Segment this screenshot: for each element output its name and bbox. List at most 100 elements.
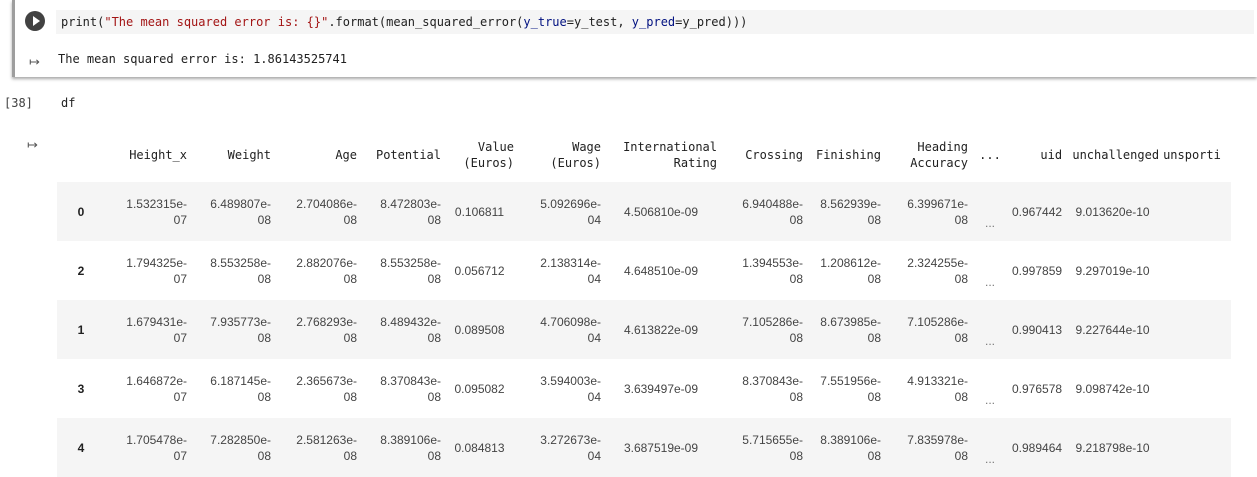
table-header-row: Height_x Weight Age Potential Value (Eur… <box>57 128 1231 182</box>
code-string: "The mean squared error is: {}" <box>104 15 329 29</box>
column-header: Value (Euros) <box>463 140 514 170</box>
table-cell: 8.389106e- 08 <box>805 418 883 477</box>
column-header: Wage (Euros) <box>550 140 601 170</box>
table-row: 0 1.532315e- 07 6.489807e- 08 2.704086e- 08… <box>57 182 1232 241</box>
code-function: mean_squared_error <box>386 15 517 29</box>
code-token: .format( <box>328 15 387 29</box>
code-editor[interactable]: print("The mean squared error is: {}".fo… <box>56 10 1254 34</box>
table-cell <box>1161 418 1232 477</box>
column-header: Finishing <box>815 148 881 162</box>
table-cell <box>1161 182 1232 241</box>
table-cell: 0.967442 <box>1010 182 1065 241</box>
table-cell: 2.581263e- 08 <box>273 418 359 477</box>
table-cell: 2.768293e- 08 <box>273 300 359 359</box>
table-cell: 0.089508 <box>443 300 516 359</box>
code-param: y_true <box>523 15 567 29</box>
table-cell: 5.715655e- 08 <box>719 418 805 477</box>
table-cell: 0.106811 <box>443 182 516 241</box>
column-header: unsporti <box>1163 148 1221 162</box>
table-cell: 4.506810e-09 <box>603 182 719 241</box>
table-cell: 3.639497e-09 <box>623 381 699 396</box>
column-header: Weight <box>227 148 271 162</box>
table-cell: 6.489807e- 08 <box>189 182 273 241</box>
table-cell: 8.370843e- 08 <box>742 373 803 404</box>
table-row: 2 1.794325e- 07 8.553258e- 08 2.882076e- 08… <box>57 241 1231 300</box>
table-cell: 5.092696e- 04 <box>516 182 603 241</box>
table-cell: 8.389106e- 08 <box>359 418 443 477</box>
table-cell: ... <box>984 275 995 289</box>
column-header: ... <box>979 148 1001 162</box>
table-cell: 3.687519e-09 <box>603 418 719 477</box>
table-cell: 8.489432e- 08 <box>359 300 443 359</box>
table-cell: 0.976578 <box>1012 381 1063 396</box>
table-cell <box>1161 300 1232 359</box>
table-cell: 4.613822e-09 <box>603 300 719 359</box>
table-cell: 7.935773e- 08 <box>189 300 273 359</box>
table-cell <box>1161 241 1231 300</box>
code-token: print( <box>61 15 105 29</box>
column-header <box>57 128 105 182</box>
code-editor[interactable]: df <box>61 96 75 110</box>
table-row: 3 1.646872e- 07 6.187145e- 08 2.365673e- 08… <box>57 359 1231 418</box>
table-cell: 7.835978e- 08 <box>883 418 970 477</box>
table-cell: 9.098742e-10 <box>1075 381 1150 396</box>
column-header: Age <box>335 148 357 162</box>
table-cell: 1.532315e- 07 <box>105 182 189 241</box>
table-cell: 3.272673e- 04 <box>516 418 603 477</box>
column-header: Crossing <box>745 148 803 162</box>
table-cell: 0.095082 <box>454 381 505 396</box>
table-cell: 2.138314e- 04 <box>540 255 601 286</box>
column-header: International Rating <box>623 140 717 170</box>
table-cell: 7.105286e- 08 <box>883 300 970 359</box>
code-cell-active[interactable]: print("The mean squared error is: {}".fo… <box>12 0 1257 77</box>
table-cell: 7.282850e- 08 <box>189 418 273 477</box>
table-cell: 1.394553e- 08 <box>742 255 803 286</box>
table-cell: 2.704086e- 08 <box>273 182 359 241</box>
table-cell: 9.013620e-10 <box>1064 182 1162 241</box>
table-cell: 2.365673e- 08 <box>296 373 357 404</box>
row-index: 2 <box>77 263 85 278</box>
row-index: 3 <box>77 381 85 396</box>
column-header: Height_x <box>129 148 187 162</box>
table-cell: 9.227644e-10 <box>1064 300 1162 359</box>
table-cell: 8.553258e- 08 <box>380 255 441 286</box>
cell-focus-bar <box>12 0 15 77</box>
table-cell: 6.187145e- 08 <box>210 373 271 404</box>
table-cell: 1.679431e- 07 <box>105 300 189 359</box>
table-cell: 0.056712 <box>454 263 505 278</box>
table-row: 1 1.679431e- 07 7.935773e- 08 2.768293e- 08… <box>57 300 1232 359</box>
code-token: =y_pred))) <box>675 15 748 29</box>
table-cell <box>1161 359 1231 418</box>
row-index: 4 <box>57 418 105 477</box>
output-arrow-icon[interactable]: ↦ <box>29 54 40 70</box>
run-cell-button[interactable] <box>25 11 45 31</box>
table-cell: ... <box>970 300 1010 359</box>
table-cell: 0.989464 <box>1010 418 1065 477</box>
table-cell: 4.706098e- 04 <box>516 300 603 359</box>
table-cell: 1.794325e- 07 <box>126 255 187 286</box>
table-cell: 8.370843e- 08 <box>380 373 441 404</box>
column-header: unchallenged <box>1072 148 1160 162</box>
table-cell: 7.105286e- 08 <box>719 300 805 359</box>
table-cell: 1.208612e- 08 <box>820 255 881 286</box>
table-row: 4 1.705478e- 07 7.282850e- 08 2.581263e- 08… <box>57 418 1232 477</box>
code-param: y_pred <box>631 15 676 29</box>
table-cell: 1.646872e- 07 <box>126 373 187 404</box>
output-arrow-icon[interactable]: ↦ <box>27 137 38 153</box>
table-cell: 9.297019e-10 <box>1075 263 1150 278</box>
table-cell: 6.399671e- 08 <box>883 182 970 241</box>
table-cell: 0.084813 <box>443 418 516 477</box>
table-cell: 8.673985e- 08 <box>805 300 883 359</box>
row-index: 0 <box>57 182 105 241</box>
table-cell: 9.218798e-10 <box>1064 418 1162 477</box>
table-cell: ... <box>984 393 995 407</box>
column-header: uid <box>1040 148 1063 162</box>
column-header: Heading Accuracy <box>910 140 968 170</box>
table-cell: 1.705478e- 07 <box>105 418 189 477</box>
code-token: =y_test, <box>566 15 632 29</box>
table-cell: 6.940488e- 08 <box>719 182 805 241</box>
table-cell: 8.472803e- 08 <box>359 182 443 241</box>
table-cell: ... <box>970 418 1010 477</box>
column-header: Potential <box>375 148 441 162</box>
row-index: 1 <box>57 300 105 359</box>
